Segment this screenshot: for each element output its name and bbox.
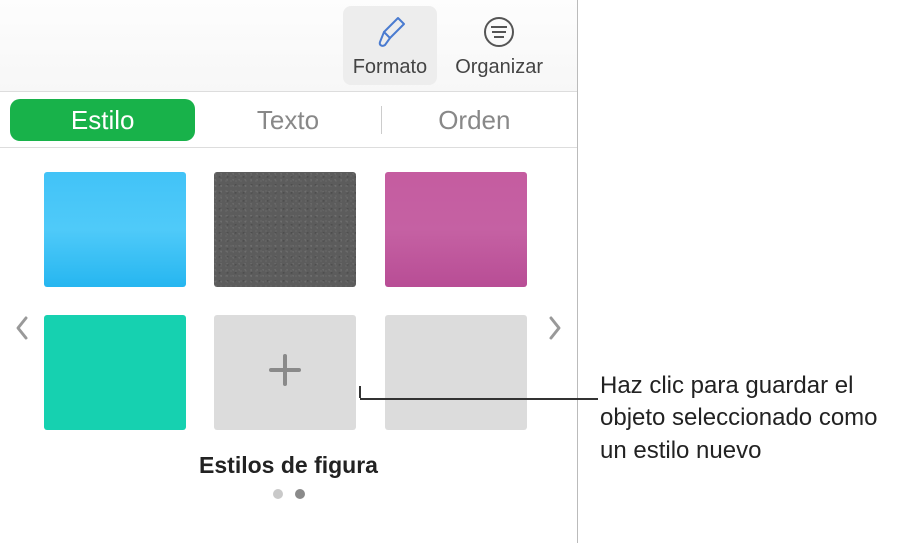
page-dot-2[interactable] bbox=[295, 489, 305, 499]
style-swatch-grid bbox=[44, 172, 533, 430]
inspector-panel: Formato Organizar Estilo Texto Orden bbox=[0, 0, 578, 543]
shape-styles-section: Estilos de figura bbox=[0, 148, 577, 499]
add-style-button[interactable] bbox=[214, 315, 356, 430]
styles-page-indicator bbox=[44, 489, 533, 499]
format-toolbar-button[interactable]: Formato bbox=[343, 6, 437, 85]
tab-style[interactable]: Estilo bbox=[10, 99, 195, 141]
style-swatch-empty[interactable] bbox=[385, 315, 527, 430]
style-swatch-gray-texture[interactable] bbox=[214, 172, 356, 287]
inspector-tabs: Estilo Texto Orden bbox=[0, 92, 577, 148]
paintbrush-icon bbox=[370, 12, 410, 52]
plus-icon bbox=[263, 348, 307, 397]
shape-styles-title: Estilos de figura bbox=[44, 452, 533, 479]
style-swatch-magenta[interactable] bbox=[385, 172, 527, 287]
organize-icon bbox=[479, 12, 519, 52]
style-swatch-teal[interactable] bbox=[44, 315, 186, 430]
page-dot-1[interactable] bbox=[273, 489, 283, 499]
format-label: Formato bbox=[353, 56, 427, 79]
callout-text: Haz clic para guardar el objeto seleccio… bbox=[600, 370, 900, 467]
tab-order[interactable]: Orden bbox=[382, 99, 567, 141]
toolbar: Formato Organizar bbox=[0, 0, 577, 92]
callout-leader-line bbox=[360, 398, 598, 400]
tab-text[interactable]: Texto bbox=[195, 99, 380, 141]
styles-next-button[interactable] bbox=[541, 308, 569, 348]
styles-prev-button[interactable] bbox=[8, 308, 36, 348]
style-swatch-blue[interactable] bbox=[44, 172, 186, 287]
organize-label: Organizar bbox=[455, 56, 543, 79]
organize-toolbar-button[interactable]: Organizar bbox=[445, 6, 553, 85]
